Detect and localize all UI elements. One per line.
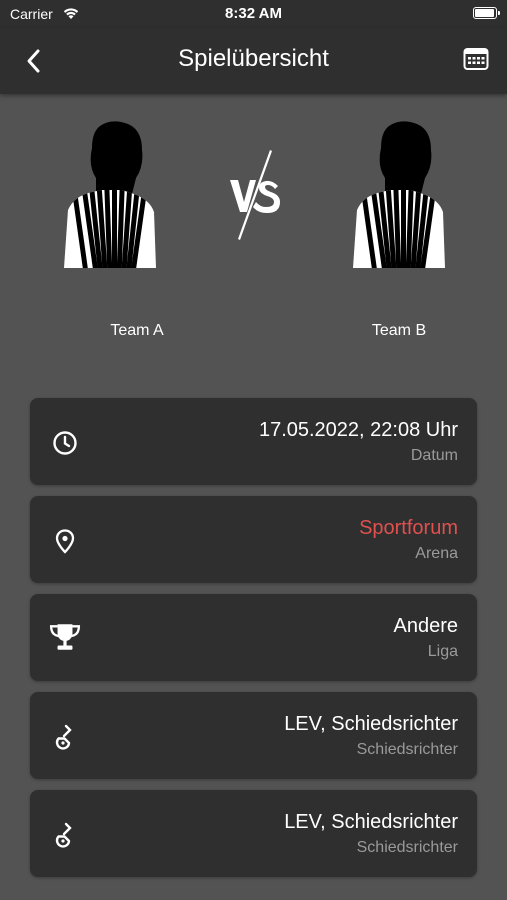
status-bar: Carrier 8:32 AM — [0, 0, 507, 28]
referee-value-1: LEV, Schiedsrichter — [284, 713, 458, 735]
date-value: 17.05.2022, 22:08 Uhr — [258, 419, 458, 441]
calendar-button[interactable] — [463, 46, 489, 72]
arena-value[interactable]: Sportforum — [359, 517, 458, 540]
referee-label-1: Schiedsrichter — [356, 741, 458, 758]
trophy-icon — [49, 624, 81, 650]
team-a-name: Team A — [110, 322, 164, 339]
team-b-name: Team B — [371, 322, 427, 339]
arena-card[interactable]: Sportforum Arena — [30, 496, 477, 583]
league-card: Andere Liga — [30, 594, 477, 681]
league-value: Andere — [393, 615, 459, 637]
clock-time: 8:32 AM — [225, 5, 282, 22]
team-a-image — [62, 120, 162, 270]
page-title: Spielübersicht — [178, 45, 329, 72]
league-label: Liga — [427, 643, 458, 660]
clock-icon — [53, 431, 77, 455]
location-pin-icon — [55, 529, 75, 554]
date-label: Datum — [410, 447, 458, 464]
referee-label-2: Schiedsrichter — [356, 839, 458, 856]
referee-silhouette-icon — [64, 121, 156, 268]
referee-value-2: LEV, Schiedsrichter — [284, 811, 458, 833]
date-card: 17.05.2022, 22:08 Uhr Datum — [30, 398, 477, 485]
vs-icon — [230, 150, 280, 240]
calendar-icon — [463, 48, 489, 70]
whistle-icon — [55, 724, 72, 750]
referee-silhouette-icon — [353, 121, 445, 268]
team-b-image — [351, 120, 451, 270]
whistle-icon — [55, 822, 72, 848]
battery-icon — [473, 7, 500, 19]
navigation-bar: Spielübersicht — [0, 28, 507, 94]
referee-card-1: LEV, Schiedsrichter Schiedsrichter — [30, 692, 477, 779]
referee-card-2: LEV, Schiedsrichter Schiedsrichter — [30, 790, 477, 877]
arena-label: Arena — [415, 545, 458, 562]
